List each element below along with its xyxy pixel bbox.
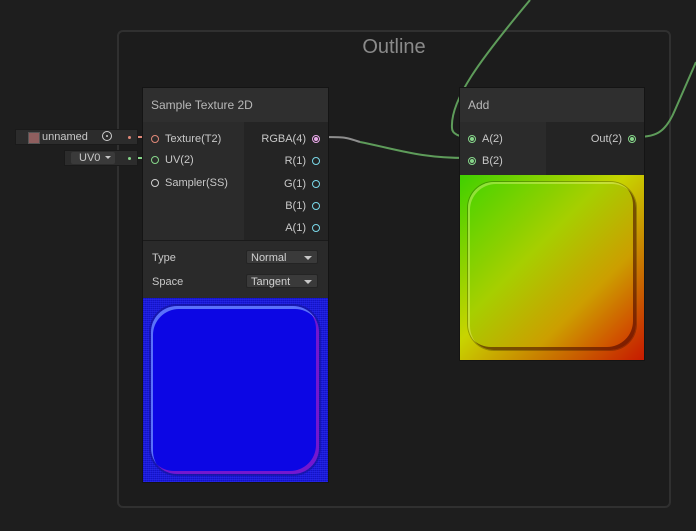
port-uv-label: UV(2) [165,154,194,166]
add-preview [460,175,644,360]
chevron-down-icon [304,256,312,260]
port-a-dot[interactable] [312,224,320,232]
output-ports: Out(2) [546,122,644,175]
port-a-label: A(1) [285,222,306,234]
port-uv-dot[interactable] [151,156,159,164]
port-texture-label: Texture(T2) [165,133,222,145]
port-rgba-label: RGBA(4) [261,133,306,145]
port-g-dot[interactable] [312,180,320,188]
space-dropdown[interactable]: Tangent [246,274,318,288]
type-dropdown[interactable]: Normal [246,250,318,264]
port-b-label: B(2) [482,155,503,167]
type-label: Type [152,252,176,264]
port-a-dot[interactable] [468,135,476,143]
node-title[interactable]: Sample Texture 2D [143,88,328,123]
space-label: Space [152,276,184,288]
port-rgba-dot[interactable] [312,135,320,143]
node-properties: Type Normal Space Tangent [143,240,328,299]
port-g-label: G(1) [284,178,306,190]
port-sampler-label: Sampler(SS) [165,177,228,189]
wire-rgba-to-b-green[interactable] [359,141,468,159]
port-b-dot[interactable] [468,157,476,165]
port-texture-dot[interactable] [151,135,159,143]
port-a-label: A(2) [482,133,503,145]
chevron-down-icon [304,280,312,284]
port-sampler-dot[interactable] [151,179,159,187]
port-g-output[interactable]: G(1) [250,177,320,191]
port-r-dot[interactable] [312,157,320,165]
chevron-down-icon [105,156,111,159]
uv-connector-dot [128,157,131,160]
texture-property-field[interactable]: unnamed [15,129,138,145]
uv-value: UV0 [79,152,101,164]
input-ports: Texture(T2) UV(2) Sampler(SS) [143,122,244,240]
space-value: Tangent [251,276,291,288]
output-ports: RGBA(4) R(1) G(1) B(1) A(1) [244,122,328,240]
texture-connector-dot [128,136,131,139]
preview-tile [468,182,636,350]
port-out-dot[interactable] [628,135,636,143]
preview-tile [151,306,319,474]
uv-channel-field[interactable]: UV0 [64,150,138,166]
port-b-dot[interactable] [312,202,320,210]
port-b-output[interactable]: B(1) [250,199,320,213]
type-value: Normal [251,252,287,264]
port-rgba-output[interactable]: RGBA(4) [250,132,320,146]
object-picker-icon[interactable] [102,131,112,141]
port-out-label: Out(2) [590,133,622,145]
texture-swatch [28,132,40,144]
node-title[interactable]: Add [460,88,644,123]
add-node[interactable]: Add A(2) B(2) Out(2) [460,88,644,360]
port-out-output[interactable]: Out(2) [556,132,636,146]
port-r-output[interactable]: R(1) [250,154,320,168]
uv-channel-dropdown[interactable]: UV0 [71,152,115,164]
port-a-output[interactable]: A(1) [250,221,320,235]
port-r-label: R(1) [284,155,306,167]
sample-texture-2d-node[interactable]: Sample Texture 2D Texture(T2) UV(2) Samp… [143,88,328,482]
input-ports: A(2) B(2) [460,122,546,175]
texture-preview [143,298,328,482]
graph-canvas[interactable]: Outline unnamed UV0 Sample Texture 2D Te… [0,0,696,531]
texture-name: unnamed [42,131,88,143]
port-b-label: B(1) [285,200,306,212]
